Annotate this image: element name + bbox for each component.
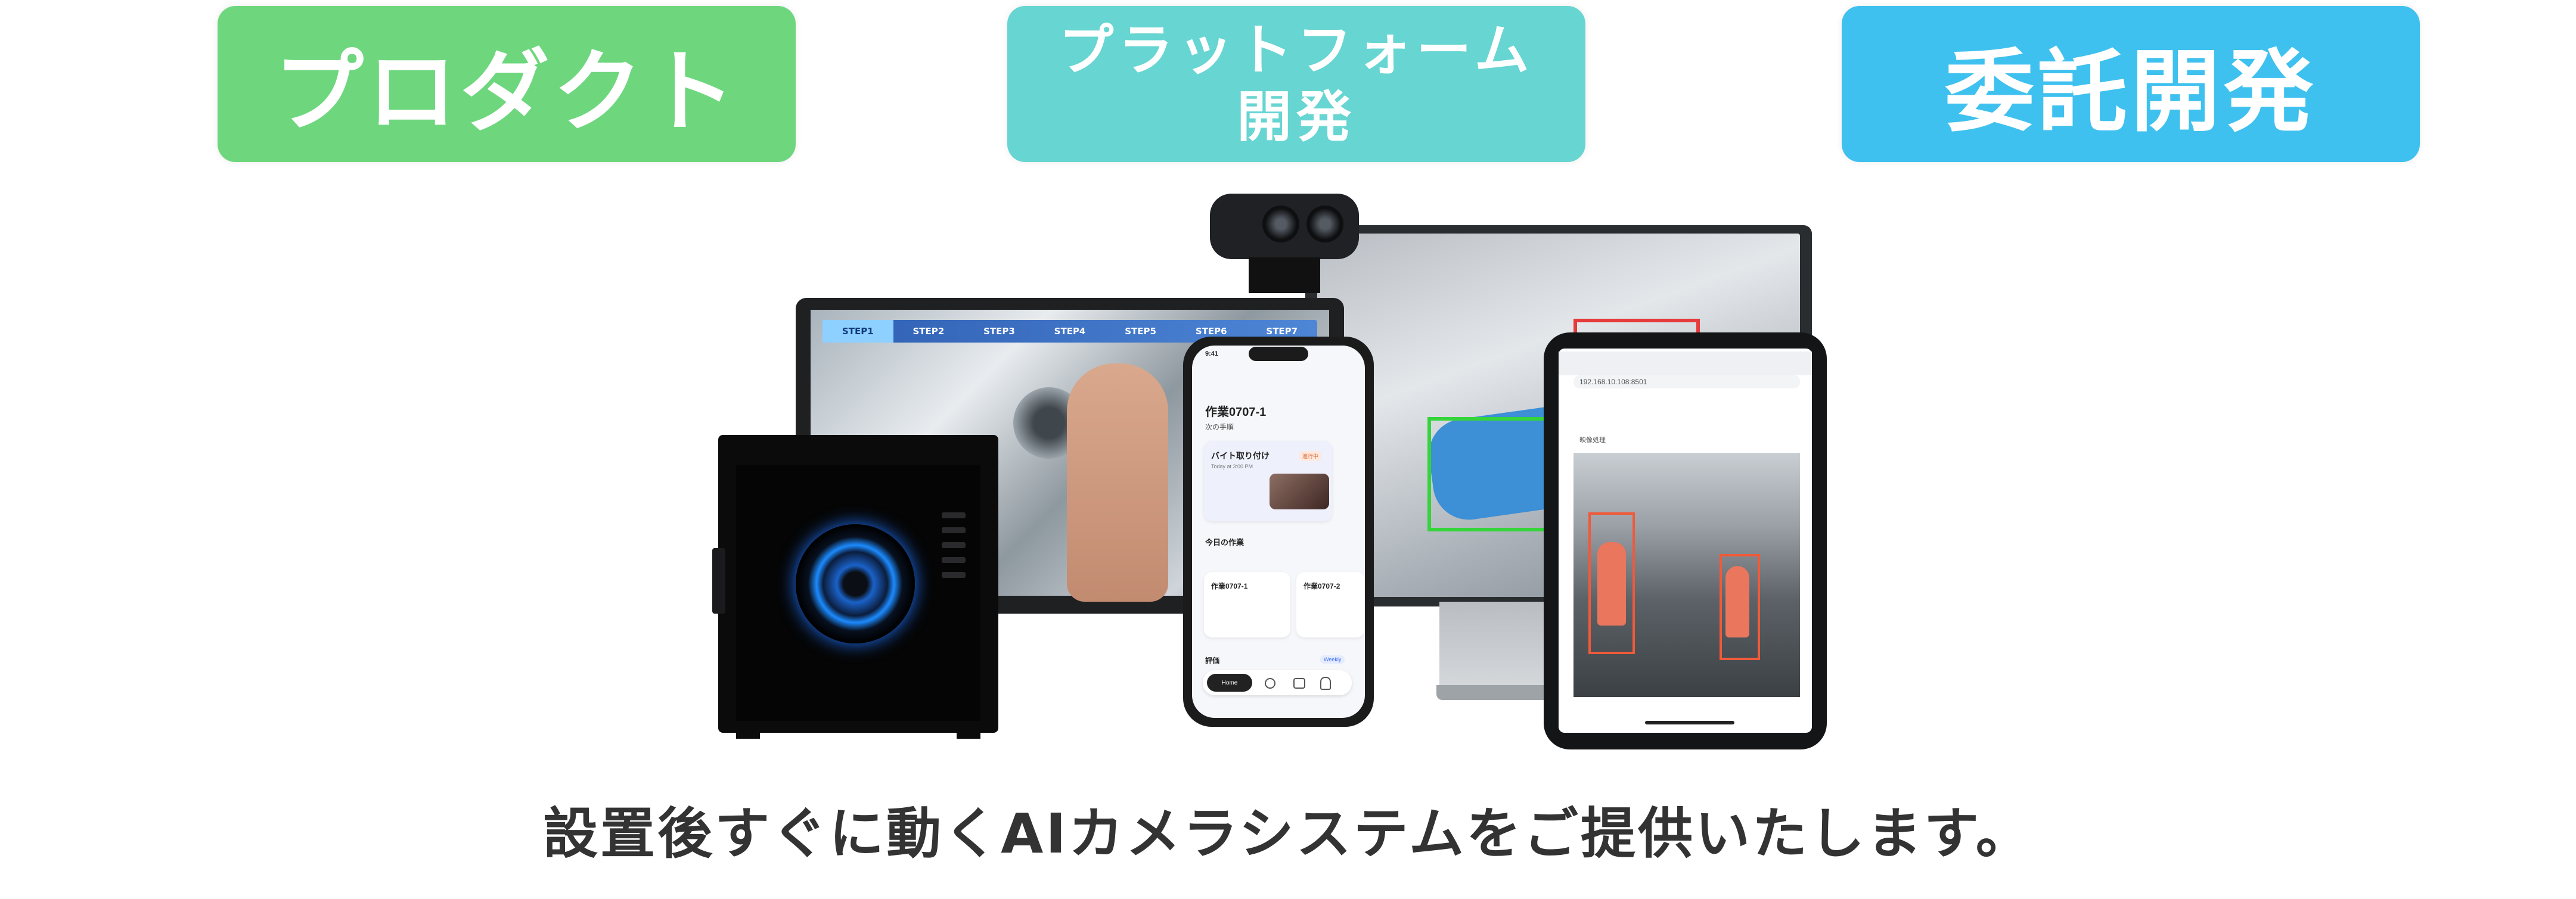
step-item: STEP7 bbox=[1266, 326, 1298, 337]
card-thumbnail-image bbox=[1270, 474, 1329, 509]
today-tasks-label: 今日の作業 bbox=[1205, 538, 1244, 547]
weekly-dropdown[interactable]: Weekly bbox=[1320, 655, 1345, 664]
box-handle bbox=[712, 548, 725, 614]
contract-label: 委託開発 bbox=[1944, 40, 2317, 144]
phone-title: 作業0707-1 bbox=[1205, 406, 1267, 419]
step-item: STEP5 bbox=[1125, 326, 1156, 337]
profile-icon[interactable] bbox=[1320, 677, 1331, 690]
cooling-fan-icon bbox=[796, 524, 915, 643]
card-time: Today at 3:00 PM bbox=[1211, 464, 1253, 469]
phone-time: 9:41 bbox=[1205, 350, 1219, 357]
tagline: 設置後すぐに動くAIカメラシステムをご提供いたします。 bbox=[543, 802, 2033, 866]
step-item: STEP2 bbox=[913, 326, 945, 337]
product-pill[interactable]: プロダクト bbox=[218, 6, 796, 162]
section-label: 映像処理 bbox=[1579, 437, 1606, 444]
platform-development-pill[interactable]: プラットフォーム 開発 bbox=[1007, 6, 1585, 162]
home-tab-label: Home bbox=[1221, 679, 1238, 686]
browser-address-bar[interactable]: 192.168.10.108:8501 bbox=[1573, 375, 1800, 388]
vent-slot bbox=[942, 527, 966, 533]
home-tab[interactable]: Home bbox=[1207, 674, 1252, 692]
product-label: プロダクト bbox=[274, 40, 739, 144]
step-item: STEP4 bbox=[1054, 326, 1086, 337]
card-badge: 進行中 bbox=[1299, 451, 1322, 461]
vent-slot bbox=[942, 572, 966, 578]
step-item: STEP6 bbox=[1195, 326, 1227, 337]
platform-label-line1: プラットフォーム bbox=[1059, 18, 1534, 82]
browser-tab-bar bbox=[1559, 351, 1812, 375]
step-item: STEP3 bbox=[983, 326, 1015, 337]
box-foot bbox=[957, 728, 980, 739]
vent-slot bbox=[942, 557, 966, 563]
task-card-title: 作業0707-2 bbox=[1303, 582, 1340, 590]
webcam-lens-icon bbox=[1306, 206, 1343, 242]
next-steps-label: 次の手順 bbox=[1205, 423, 1234, 431]
search-icon[interactable] bbox=[1265, 678, 1275, 689]
task-card-title: 作業0707-1 bbox=[1211, 582, 1248, 590]
step-item: STEP1 bbox=[823, 320, 893, 343]
contract-development-pill[interactable]: 委託開発 bbox=[1842, 6, 2420, 162]
person-detection-box bbox=[1588, 512, 1635, 654]
platform-label-line2: 開発 bbox=[1236, 85, 1356, 149]
webcam-mount bbox=[1249, 257, 1320, 293]
washing-hands-image bbox=[1067, 363, 1168, 602]
chat-icon[interactable] bbox=[1293, 678, 1305, 689]
evaluation-label: 評価 bbox=[1205, 657, 1220, 665]
webcam-lens-icon bbox=[1262, 206, 1299, 242]
box-foot bbox=[736, 728, 760, 739]
card-title: バイト取り付け bbox=[1211, 451, 1270, 461]
address-text: 192.168.10.108:8501 bbox=[1579, 378, 1647, 386]
person-detection-box bbox=[1720, 554, 1760, 660]
phone-notch bbox=[1249, 347, 1308, 361]
home-indicator bbox=[1645, 721, 1734, 724]
vent-slot bbox=[942, 512, 966, 518]
vent-slot bbox=[942, 542, 966, 548]
